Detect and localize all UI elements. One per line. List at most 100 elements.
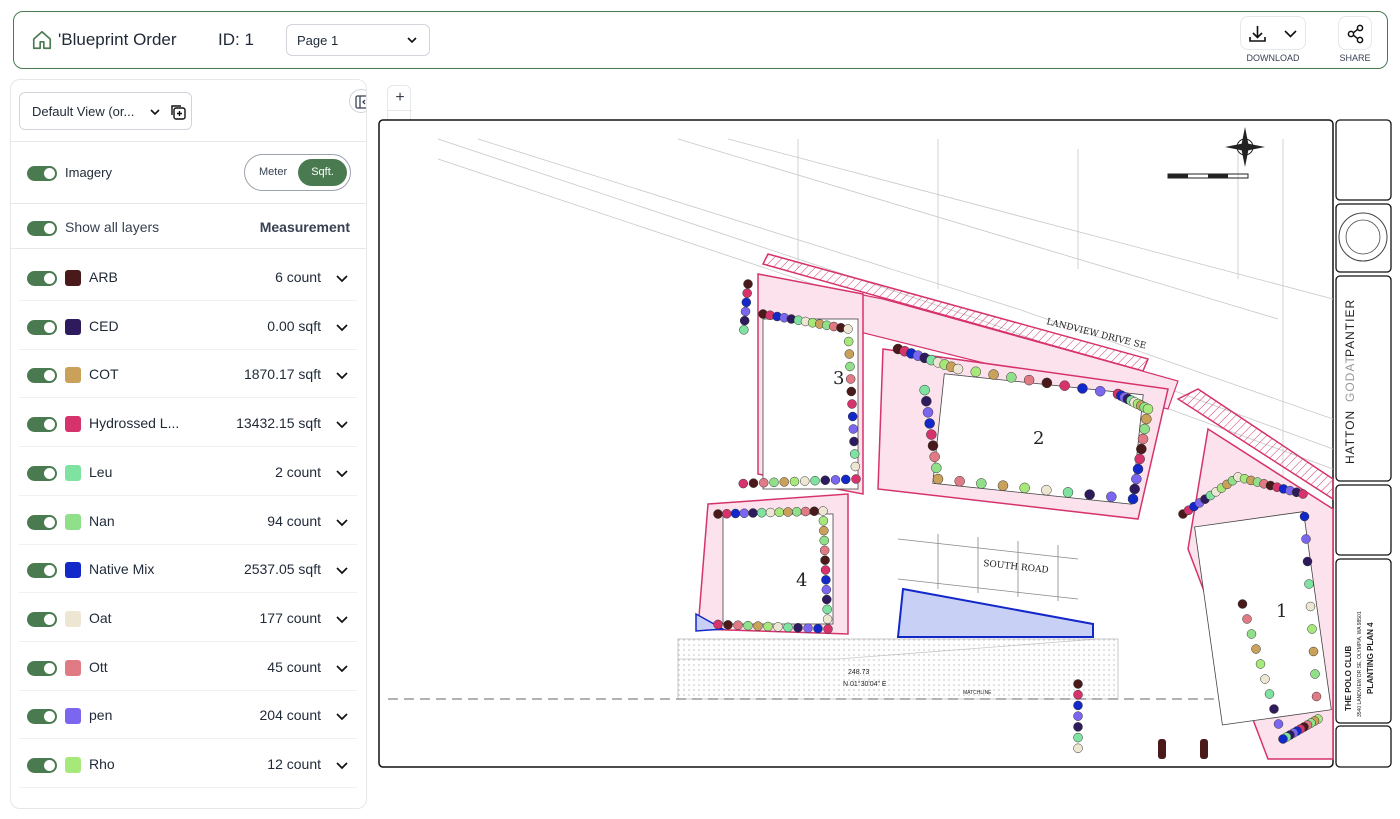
layer-visibility-toggle[interactable] <box>27 660 57 676</box>
plant-marker <box>1023 374 1035 386</box>
layer-visibility-toggle[interactable] <box>27 611 57 627</box>
blueprint-canvas[interactable]: LANDVIEW DRIVE SE SOUTH ROAD 1 2 3 4 N 0… <box>378 119 1392 769</box>
layers-panel: Default View (or... Imagery Meter Sqft. … <box>10 79 367 809</box>
plant-marker <box>800 476 810 486</box>
collapse-panel-button[interactable] <box>349 89 366 113</box>
chevron-down-icon[interactable] <box>335 368 349 382</box>
chevron-down-icon[interactable] <box>335 709 349 723</box>
layer-row[interactable]: Ott 45 count <box>19 645 357 691</box>
plant-marker <box>823 624 833 634</box>
layer-color-swatch <box>65 416 81 433</box>
layer-row[interactable]: Leu 2 count <box>19 450 357 496</box>
layer-measurement: 2537.05 sqft <box>243 561 321 578</box>
plant-marker <box>1142 403 1154 415</box>
plant-marker <box>813 623 823 634</box>
plant-marker <box>822 594 832 605</box>
layer-row[interactable]: Nan 94 count <box>19 499 357 545</box>
layer-color-swatch <box>65 513 81 530</box>
chevron-down-icon[interactable] <box>335 515 349 529</box>
plant-marker <box>748 508 758 518</box>
plant-marker <box>769 477 779 488</box>
show-all-layers-label: Show all layers <box>65 219 160 235</box>
chevron-down-icon[interactable] <box>335 758 349 772</box>
layer-visibility-toggle[interactable] <box>27 465 57 481</box>
share-button[interactable] <box>1338 16 1372 50</box>
chevron-down-icon <box>150 109 160 116</box>
layer-measurement: 204 count <box>259 707 322 724</box>
chevron-down-icon[interactable] <box>335 271 349 285</box>
layer-visibility-toggle[interactable] <box>27 758 57 773</box>
plant-marker <box>774 507 784 517</box>
layer-visibility-toggle[interactable] <box>27 319 57 335</box>
unit-switch: Meter Sqft. <box>244 154 351 191</box>
plant-marker <box>730 508 741 519</box>
layer-visibility-toggle[interactable] <box>27 368 57 384</box>
chevron-down-icon[interactable] <box>335 612 349 626</box>
title-block: HATTON GODAT PANTIER THE POLO CLUB 3540 … <box>1335 119 1392 768</box>
chevron-down-icon[interactable] <box>335 563 349 577</box>
plant-marker <box>850 461 861 472</box>
plant-marker <box>713 509 723 519</box>
layer-measurement: 13432.15 sqft <box>236 415 321 432</box>
plant-marker <box>810 475 820 486</box>
plant-marker <box>847 399 857 409</box>
plant-marker <box>1106 491 1117 503</box>
plant-marker <box>793 623 803 633</box>
plant-marker <box>1260 674 1270 684</box>
plant-marker <box>845 374 856 384</box>
layer-row[interactable]: COT 1870.17 sqft <box>19 352 357 399</box>
layer-name: Rho <box>89 756 115 772</box>
plant-marker <box>1019 482 1030 494</box>
home-icon[interactable] <box>31 29 53 51</box>
unit-option-sqft[interactable]: Sqft. <box>298 159 347 186</box>
plant-marker <box>743 620 753 631</box>
plant-marker <box>931 462 942 474</box>
layer-row[interactable]: Hydrossed L... 13432.15 sqft <box>19 401 357 448</box>
layer-name: Ott <box>89 658 108 675</box>
plant-marker <box>819 545 830 556</box>
top-bar: 'Blueprint Order ID: 1 Page 1 DOWNLOAD S… <box>13 11 1388 69</box>
layer-row[interactable]: Oat 177 count <box>19 596 357 642</box>
layer-row[interactable]: pen 204 count <box>19 693 357 740</box>
duplicate-view-icon[interactable] <box>169 103 187 121</box>
plant-marker <box>821 575 831 585</box>
download-options-button[interactable] <box>1274 17 1307 51</box>
project-address: 3540 LANDVIEW DR SE, OLYMPIA, WA 98501 <box>1357 611 1363 717</box>
layer-visibility-toggle[interactable] <box>27 709 57 725</box>
layer-visibility-toggle[interactable] <box>27 271 57 286</box>
download-button-group <box>1240 16 1306 50</box>
sheet-title: PLANTING PLAN 4 <box>1366 622 1375 694</box>
plant-marker <box>1077 383 1088 394</box>
plant-marker <box>739 315 750 326</box>
chevron-down-icon <box>1284 30 1297 38</box>
layer-visibility-toggle[interactable] <box>27 417 57 433</box>
layer-visibility-toggle[interactable] <box>27 563 57 579</box>
plant-marker <box>845 361 855 372</box>
plant-marker <box>1073 700 1083 711</box>
layer-color-swatch <box>65 708 81 725</box>
layer-row[interactable]: Native Mix 2537.05 sqft <box>19 547 357 594</box>
zoom-in-button[interactable]: + <box>388 86 412 110</box>
layer-color-swatch <box>65 610 81 627</box>
layer-color-swatch <box>65 659 81 676</box>
imagery-toggle[interactable] <box>27 166 57 181</box>
plant-marker <box>1298 489 1308 499</box>
download-icon <box>1249 26 1266 42</box>
plant-marker <box>1141 413 1152 425</box>
plant-marker <box>1041 484 1052 496</box>
chevron-down-icon[interactable] <box>335 320 349 334</box>
layer-row[interactable]: CED 0.00 sqft <box>19 304 357 350</box>
unit-option-meter[interactable]: Meter <box>259 166 287 178</box>
download-button[interactable] <box>1241 17 1274 51</box>
plant-marker <box>818 516 829 526</box>
chevron-down-icon[interactable] <box>335 417 349 431</box>
chevron-down-icon[interactable] <box>335 661 349 675</box>
layer-row[interactable]: ARB 6 count <box>19 255 357 301</box>
page-select[interactable]: Page 1 <box>286 24 430 56</box>
view-select[interactable]: Default View (or... <box>19 92 192 130</box>
plant-marker <box>783 507 793 517</box>
show-all-layers-toggle[interactable] <box>27 221 57 236</box>
layer-row[interactable]: Rho 12 count <box>19 742 357 788</box>
chevron-down-icon[interactable] <box>335 466 349 480</box>
layer-visibility-toggle[interactable] <box>27 514 57 530</box>
